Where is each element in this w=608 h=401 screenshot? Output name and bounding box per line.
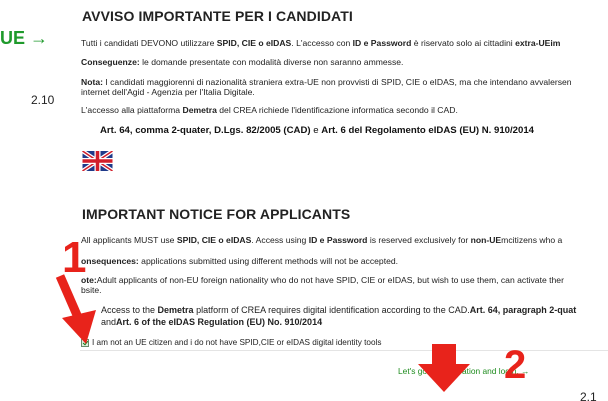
english-notice-line-1: All applicants MUST use SPID, CIE o eIDA… (81, 235, 563, 245)
italian-notice-note: Nota: I candidati maggiorenni di naziona… (81, 77, 572, 87)
italian-notice-title: AVVISO IMPORTANTE PER I CANDIDATI (82, 8, 353, 24)
divider (80, 350, 608, 351)
step-2-number: 2 (504, 343, 527, 387)
consent-label[interactable]: I am not an UE citizen and i do not have… (92, 338, 381, 347)
left-version-label: 2.10 (31, 93, 55, 107)
uk-flag-icon[interactable] (82, 151, 113, 171)
english-notice-title: IMPORTANT NOTICE FOR APPLICANTS (82, 206, 351, 222)
english-notice-access: Access to the Demetra platform of CREA r… (101, 305, 577, 315)
page: UE → 2.10 AVVISO IMPORTANTE PER I CANDID… (0, 0, 608, 401)
left-cropped-link[interactable]: UE → (0, 28, 48, 49)
consent-row[interactable]: I am not an UE citizen and i do not have… (81, 338, 381, 347)
italian-notice-article: Art. 64, comma 2-quater, D.Lgs. 82/2005 … (100, 125, 535, 136)
non-eu-consent-checkbox[interactable] (81, 338, 89, 347)
english-notice-note: ote:Adult applicants of non-EU foreign n… (81, 275, 564, 285)
step-1-number: 1 (62, 233, 87, 282)
english-notice-note-continued: bsite. (81, 285, 102, 295)
italian-notice-line-1: Tutti i candidati DEVONO utilizzare SPID… (81, 38, 561, 48)
italian-notice-access: L'accesso alla piattaforma Demetra del C… (81, 105, 458, 115)
italian-notice-note-continued: internet dell'Agid - Agenzia per l'Itali… (81, 87, 255, 97)
italian-notice-consequences: Conseguenze: le domande presentate con m… (81, 57, 404, 67)
english-notice-consequences: onsequences: applications submitted usin… (81, 256, 399, 266)
english-notice-article: andArt. 6 of the eIDAS Regulation (EU) N… (101, 317, 323, 327)
bottom-version-label: 2.1 (580, 390, 597, 401)
